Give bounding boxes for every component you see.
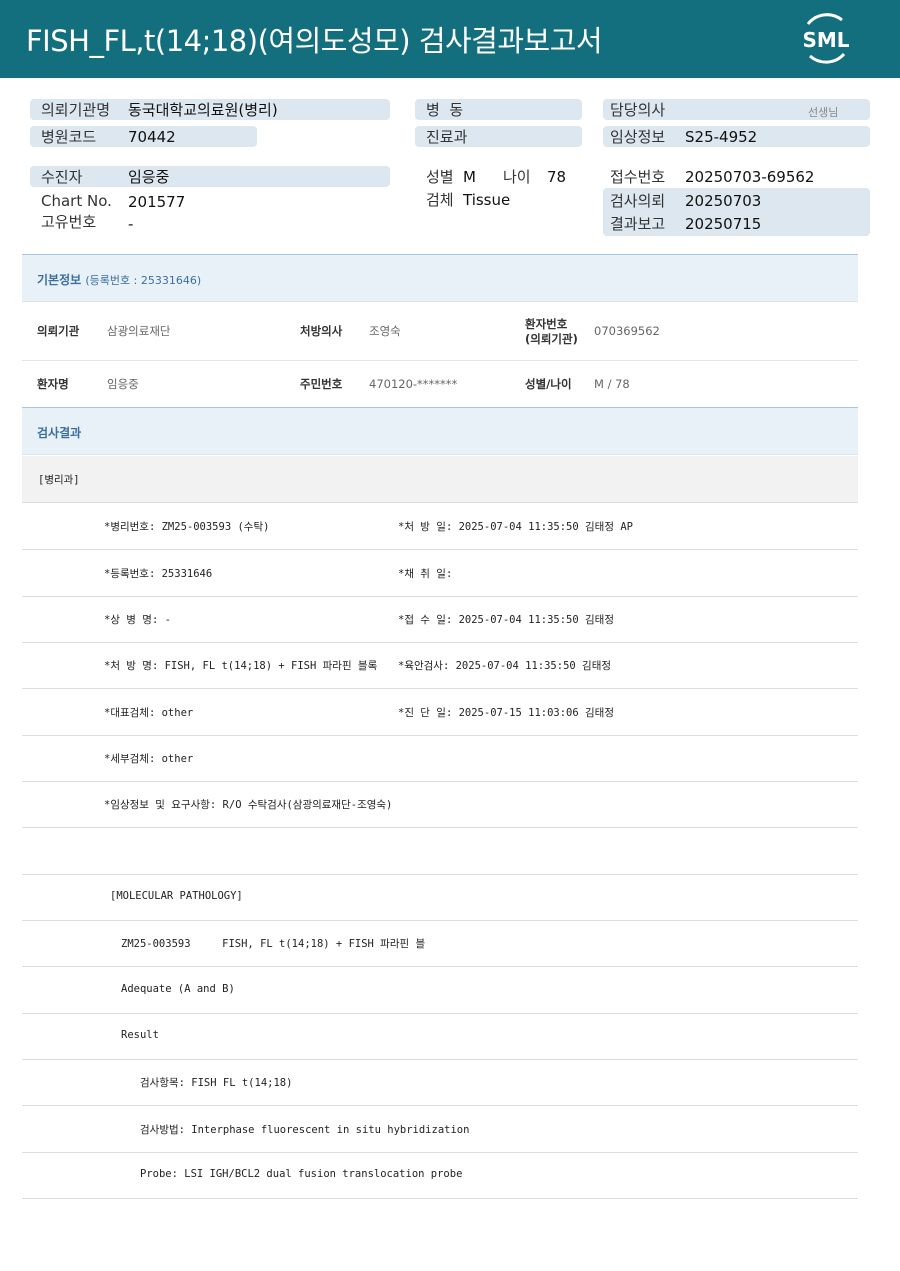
sex-age-value: M / 78 xyxy=(594,377,630,391)
result-row: *세부검체: other xyxy=(22,735,858,782)
hospital-code-value: 70442 xyxy=(128,128,176,146)
result-left: *세부검체: other xyxy=(104,753,194,765)
sex-label: 성별 xyxy=(426,168,454,186)
resident-no-value: 470120-******* xyxy=(369,377,458,391)
result-left: *처 방 명: FISH, FL t(14;18) + FISH 파라핀 블록 xyxy=(104,660,378,672)
result-row: Adequate (A and B) xyxy=(22,967,858,1014)
result-row: Result xyxy=(22,1013,858,1060)
age-value: 78 xyxy=(547,168,567,186)
request-date-value: 20250703 xyxy=(685,192,762,210)
result-right: *채 취 일: xyxy=(398,568,453,580)
sex-age-key: 성별/나이 xyxy=(525,377,572,391)
doctor-suffix: 선생님 xyxy=(808,106,839,119)
report-date-label: 결과보고 xyxy=(610,215,666,233)
report-title: FISH_FL,t(14;18)(여의도성모) 검사결과보고서 xyxy=(26,24,603,58)
sml-logo: SML xyxy=(798,12,854,66)
basic-info-header: 기본정보 (등록번호 : 25331646) xyxy=(22,254,858,302)
result-row: *임상정보 및 요구사항: R/O 수탁검사(삼광의료재단-조영숙) xyxy=(22,781,858,828)
result-row: *대표검체: other *진 단 일: 2025-07-15 11:03:06… xyxy=(22,689,858,736)
registration-note: (등록번호 : 25331646) xyxy=(85,274,202,287)
report-date-value: 20250715 xyxy=(685,215,762,233)
sex-value: M xyxy=(463,168,476,186)
result-left: Result xyxy=(121,1029,159,1041)
results-header: 검사결과 xyxy=(22,408,858,455)
patient-value: 임응중 xyxy=(128,168,170,186)
result-left: ZM25-003593 FISH, FL t(14;18) + FISH 파라핀… xyxy=(121,938,426,950)
result-row: 검사방법: Interphase fluorescent in situ hyb… xyxy=(22,1106,858,1153)
result-row: Probe: LSI IGH/BCL2 dual fusion transloc… xyxy=(22,1152,858,1199)
prescriber-value: 조영숙 xyxy=(369,324,401,338)
result-row: ZM25-003593 FISH, FL t(14;18) + FISH 파라핀… xyxy=(22,920,858,967)
age-label: 나이 xyxy=(503,168,531,186)
result-right: *접 수 일: 2025-07-04 11:35:50 김태정 xyxy=(398,614,614,626)
result-right: *육안검사: 2025-07-04 11:35:50 김태정 xyxy=(398,660,612,672)
patient-number-key-sub: (의뢰기관) xyxy=(525,332,578,346)
unique-no-label: 고유번호 xyxy=(41,213,97,231)
institution-key: 의뢰기관 xyxy=(37,324,80,338)
basic-info-title: 기본정보 (등록번호 : 25331646) xyxy=(37,273,202,287)
result-left: *병리번호: ZM25-003593 (수탁) xyxy=(104,521,270,533)
chart-no-label: Chart No. xyxy=(41,192,112,210)
request-date-label: 검사의뢰 xyxy=(610,192,666,210)
results-title: 검사결과 xyxy=(37,426,82,440)
result-row: *처 방 명: FISH, FL t(14;18) + FISH 파라핀 블록 … xyxy=(22,642,858,689)
result-left: Adequate (A and B) xyxy=(121,983,235,995)
institution-value: 삼광의료재단 xyxy=(107,324,171,338)
result-left: *등록번호: 25331646 xyxy=(104,568,213,580)
department-label: 진료과 xyxy=(426,128,468,146)
resident-no-key: 주민번호 xyxy=(300,377,343,391)
patient-number-value: 070369562 xyxy=(594,324,660,338)
result-left: *대표검체: other xyxy=(104,707,194,719)
molecular-pathology-label: [MOLECULAR PATHOLOGY] xyxy=(110,890,243,902)
result-row: *등록번호: 25331646 *채 취 일: xyxy=(22,550,858,597)
result-row: *병리번호: ZM25-003593 (수탁) *처 방 일: 2025-07-… xyxy=(22,503,858,550)
result-right: *처 방 일: 2025-07-04 11:35:50 김태정 AP xyxy=(398,521,633,533)
chart-no-value: 201577 xyxy=(128,193,186,211)
result-left: *상 병 명: - xyxy=(104,614,171,626)
specimen-value: Tissue xyxy=(463,191,511,209)
patient-number-key: 환자번호 xyxy=(525,317,568,331)
receipt-no-value: 20250703-69562 xyxy=(685,168,815,186)
clinical-info-value: S25-4952 xyxy=(685,128,758,146)
patient-pill xyxy=(30,166,390,187)
patient-name-key: 환자명 xyxy=(37,377,69,391)
prescriber-key: 처방의사 xyxy=(300,324,343,338)
basic-info-row: 환자명 임응중 주민번호 470120-******* 성별/나이 M / 78 xyxy=(22,361,858,408)
doctor-label: 담당의사 xyxy=(610,101,666,119)
result-row-blank xyxy=(22,828,858,875)
pathology-section-label: [병리과] xyxy=(38,474,80,486)
result-right: *진 단 일: 2025-07-15 11:03:06 김태정 xyxy=(398,707,614,719)
referring-institution-label: 의뢰기관명 xyxy=(41,101,111,119)
patient-label: 수진자 xyxy=(41,168,83,186)
patient-name-value: 임응중 xyxy=(107,377,139,391)
specimen-label: 검체 xyxy=(426,191,454,209)
referring-institution-value: 동국대학교의료원(병리) xyxy=(128,101,278,119)
result-row: *상 병 명: - *접 수 일: 2025-07-04 11:35:50 김태… xyxy=(22,596,858,643)
result-left: 검사방법: Interphase fluorescent in situ hyb… xyxy=(140,1124,470,1136)
logo-text: SML xyxy=(802,28,850,52)
hospital-code-label: 병원코드 xyxy=(41,128,97,146)
result-left: Probe: LSI IGH/BCL2 dual fusion transloc… xyxy=(140,1168,463,1180)
basic-info-row: 의뢰기관 삼광의료재단 처방의사 조영숙 환자번호 (의뢰기관) 0703695… xyxy=(22,302,858,361)
pathology-section-label-row: [병리과] xyxy=(22,456,858,503)
result-row: [MOLECULAR PATHOLOGY] xyxy=(22,874,858,921)
unique-no-value: - xyxy=(128,215,134,233)
ward-label: 병 동 xyxy=(426,101,464,119)
clinical-info-label: 임상정보 xyxy=(610,128,666,146)
result-left: *임상정보 및 요구사항: R/O 수탁검사(삼광의료재단-조영숙) xyxy=(104,799,393,811)
receipt-no-label: 접수번호 xyxy=(610,168,666,186)
report-header: FISH_FL,t(14;18)(여의도성모) 검사결과보고서 SML xyxy=(0,0,900,78)
result-row: 검사항목: FISH FL t(14;18) xyxy=(22,1059,858,1106)
result-left: 검사항목: FISH FL t(14;18) xyxy=(140,1077,293,1089)
